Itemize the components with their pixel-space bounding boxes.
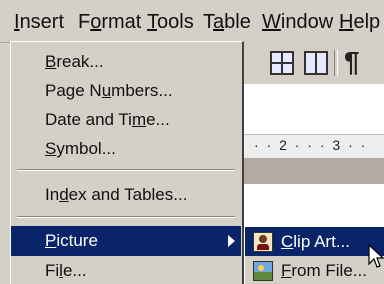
menu-format-label-post: rmat [101,11,142,33]
toolbar-separator [334,50,338,76]
break-label-post: reak... [56,52,104,71]
horizontal-ruler: · · 2 · · · 3 · · [244,134,384,159]
submenu-arrow-icon [228,235,235,247]
insert-menu-dropdown: Break... Page Numbers... Date and Time..… [10,41,244,284]
picture-label-post: icture [56,231,98,250]
menu-item-page-numbers[interactable]: Page Numbers... [11,76,241,106]
menu-help-accesskey: H [339,11,354,33]
menu-window-label-post: indow [280,11,334,33]
clip-art-label-post: lip Art... [293,232,350,251]
break-accesskey: B [45,52,57,71]
menu-item-index-and-tables[interactable]: Index and Tables... [11,180,241,210]
clip-art-icon [253,232,273,252]
symbol-accesskey: S [45,139,57,158]
menu-format-accesskey: o [90,11,102,33]
date-time-label-pre: Date and Ti [45,110,132,129]
show-formatting-marks-icon[interactable]: ¶ [344,46,360,77]
picture-accesskey: P [45,231,57,250]
file-label-pre: Fi [45,261,60,280]
ruler-shaded-region [244,158,384,184]
symbol-label-post: ymbol... [56,139,116,158]
menu-item-file[interactable]: File... [11,256,241,284]
menu-window-accesskey: W [262,11,281,33]
index-tables-label-pre: In [45,185,60,204]
menu-item-symbol[interactable]: Symbol... [11,134,241,164]
page-numbers-accesskey: u [101,81,112,100]
date-time-label-post: e... [146,110,170,129]
menu-table-label-post: ble [224,11,251,33]
menu-item-picture[interactable]: Picture [11,226,241,256]
menu-insert-label-post: nsert [19,11,65,33]
menu-format[interactable]: Format [78,8,141,36]
menu-tools-label-post: ools [157,11,194,33]
menu-tools[interactable]: Tools [147,8,194,36]
menu-separator [17,169,235,171]
page-numbers-label-pre: Page N [45,81,102,100]
menu-format-label-pre: F [78,11,91,33]
menu-help-label-post: elp [353,11,381,33]
index-tables-label-post: ex and Tables... [68,185,188,204]
menu-help[interactable]: Help [339,8,380,36]
clip-art-accesskey: C [281,232,294,251]
menu-insert[interactable]: Insert [14,8,64,36]
menu-bar: Insert Format Tools Table Window Help [0,0,384,43]
menu-separator [17,216,235,218]
from-file-accesskey: F [281,261,292,280]
menu-table-accesskey: a [213,11,225,33]
insert-table-icon[interactable] [270,51,294,75]
columns-icon[interactable] [304,51,328,75]
menu-table-label-pre: T [203,11,213,33]
from-file-icon [253,261,273,281]
menu-item-break[interactable]: Break... [11,47,241,77]
mouse-cursor-icon [368,244,384,268]
from-file-label-post: rom File... [291,261,367,280]
picture-submenu: Clip Art... From File... [244,226,384,284]
submenu-item-from-file[interactable]: From File... [245,256,384,284]
page-numbers-label-post: mbers... [111,81,173,100]
menu-tools-accesskey: T [147,11,157,33]
submenu-item-clip-art[interactable]: Clip Art... [245,227,384,256]
menu-window[interactable]: Window [262,8,333,36]
ruler-ticks: · · 2 · · · 3 · · [254,137,368,153]
document-area [244,84,384,134]
file-label-post: e... [62,261,87,280]
date-time-accesskey: m [131,110,147,129]
index-tables-accesskey: d [59,185,69,204]
formatting-toolbar: ¶ [244,42,384,85]
document-page [244,184,384,226]
menu-item-date-and-time[interactable]: Date and Time... [11,105,241,135]
menu-table[interactable]: Table [203,8,251,36]
